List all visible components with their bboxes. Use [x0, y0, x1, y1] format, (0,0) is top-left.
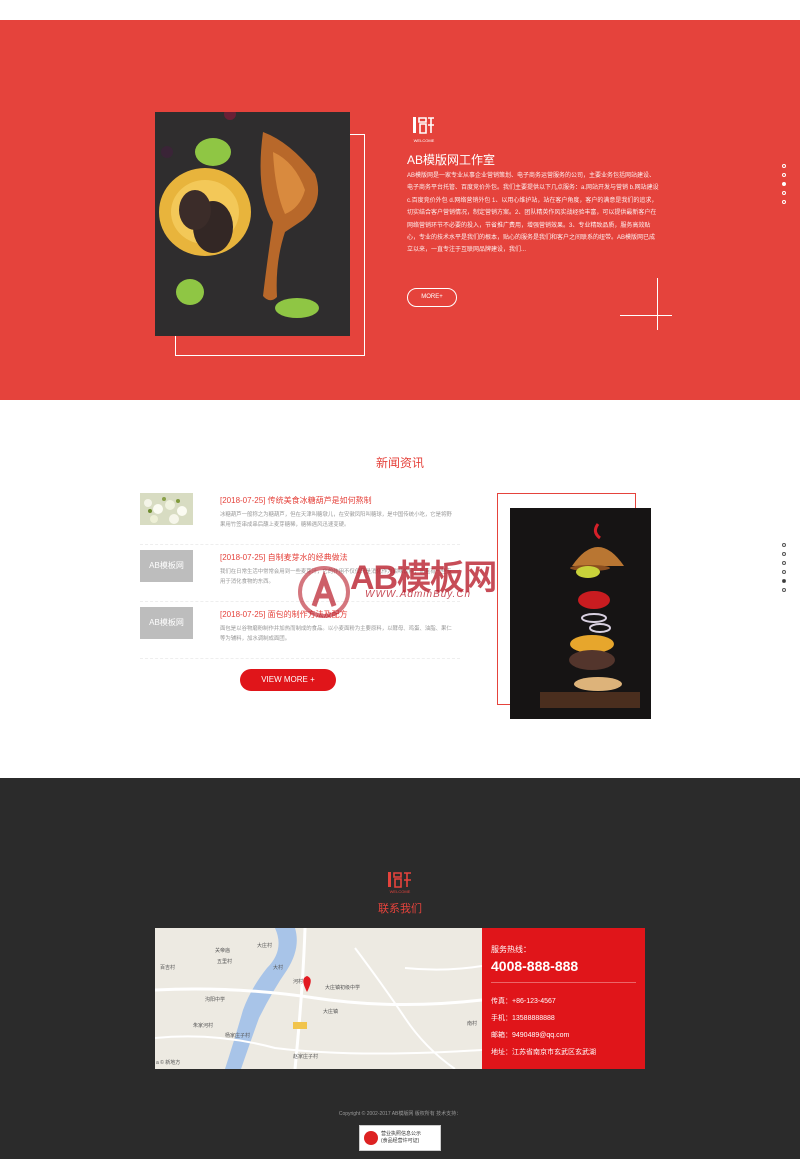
about-food-photo — [155, 112, 350, 336]
copyright-text: Copyright © 2002-2017 AB模版网 版权所有 技术支持： — [338, 1111, 462, 1117]
map-label: 五里村 — [217, 959, 233, 965]
decorative-cross-horizontal — [620, 315, 672, 316]
map-label: 沟阳中学 — [205, 997, 226, 1003]
watermark-logo-icon — [298, 566, 350, 618]
hotline-label: 服务热线： — [491, 945, 531, 954]
map-label: 赵家庄子村 — [293, 1054, 319, 1060]
view-more-button[interactable]: VIEW MORE + — [240, 669, 336, 691]
news-heading: 新闻资讯 — [375, 456, 424, 470]
news-title-link[interactable]: [2018-07-25] 自制麦芽水的经典做法 — [220, 552, 348, 563]
pager-dot-active[interactable] — [782, 182, 786, 186]
map-label: 南村 — [467, 1021, 478, 1027]
badge-text: 营业执照信息公示 (食品经营许可证) — [381, 1131, 421, 1145]
contact-heading: 联系我们 — [378, 903, 422, 915]
emblem-icon — [364, 1131, 378, 1145]
contact-divider — [491, 982, 636, 983]
news-page-pager — [782, 543, 786, 597]
news-summary: 冰糖葫芦一般称之为糖葫芦，但在天津叫糖墩儿，在安徽凤阳叫糖球，是中国传统小吃，它… — [220, 512, 452, 528]
news-thumbnail[interactable]: AB模板网 — [140, 607, 193, 639]
about-page-pager — [782, 164, 786, 209]
map-label: 杨家庄子村 — [225, 1033, 251, 1039]
decorative-cross-vertical — [657, 278, 658, 330]
map-label: 大庄镇初级中学 — [325, 985, 361, 991]
map-label: 河村 — [293, 979, 304, 985]
map-attribution: a © 新地方 — [156, 1060, 181, 1066]
pager-dot[interactable] — [782, 200, 786, 204]
pager-dot[interactable] — [782, 164, 786, 168]
about-title: AB模版网工作室 — [407, 153, 496, 167]
map-label: 关帝庙 — [215, 948, 231, 954]
location-map[interactable]: 大庄村 大庄镇 大庄镇初级中学 关帝庙 五里村 大村 百吉村 沟阳中学 朱家河村… — [155, 928, 482, 1069]
footer-logo-icon: WELCOME — [388, 872, 411, 894]
studio-logo-icon: WELCOME — [413, 117, 435, 143]
pager-dot[interactable] — [782, 570, 786, 574]
news-thumbnail[interactable]: AB模板网 — [140, 550, 193, 582]
about-more-button[interactable]: MORE+ — [407, 288, 457, 307]
badge-line-1: 营业执照信息公示 — [381, 1131, 422, 1137]
news-thumbnail[interactable] — [140, 493, 193, 525]
news-title-link[interactable]: [2018-07-25] 传统美食冰糖葫芦是如何熬制 — [220, 495, 372, 506]
map-label: 百吉村 — [160, 965, 176, 971]
burger-photo — [510, 508, 651, 719]
hotline-number: 4008-888-888 — [491, 958, 579, 974]
pager-dot[interactable] — [782, 561, 786, 565]
pager-dot[interactable] — [782, 173, 786, 177]
map-label: 朱家河村 — [193, 1023, 214, 1029]
news-summary: 面包是以谷物磨粉制作并加热而制成的食品。以小麦面粉为主要原料，以酵母、鸡蛋、油脂… — [220, 626, 452, 642]
about-description: AB模版网是一家专业从事企业营销策划、电子商务运营服务的公司，主要业务包括网站建… — [407, 173, 659, 254]
map-label: 大村 — [273, 965, 284, 971]
watermark-url: WWW.AdminBuy.Cn — [365, 589, 472, 600]
pager-dot[interactable] — [782, 588, 786, 592]
about-image-block — [155, 112, 365, 356]
pager-dot[interactable] — [782, 552, 786, 556]
pager-dot-active[interactable] — [782, 579, 786, 583]
contact-email[interactable]: 邮箱：9490489@qq.com — [491, 1030, 569, 1040]
contact-phone: 手机：13588888888 — [491, 1015, 555, 1022]
contact-address: 地址：江苏省南京市玄武区玄武湖 — [491, 1049, 596, 1056]
badge-line-2: (食品经营许可证) — [381, 1138, 420, 1144]
pager-dot[interactable] — [782, 543, 786, 547]
footer-section: WELCOME 联系我们 大庄村 大庄镇 大庄镇初级中学 关帝庙 五里村 大村 … — [0, 778, 800, 1159]
map-label: 大庄村 — [257, 943, 273, 949]
news-item[interactable]: [2018-07-25] 传统美食冰糖葫芦是如何熬制 冰糖葫芦一般称之为糖葫芦，… — [140, 493, 460, 545]
contact-fax: 传真：+86-123-4567 — [491, 998, 556, 1005]
svg-text:WELCOME: WELCOME — [390, 889, 411, 894]
contact-info-panel: 服务热线： 4008-888-888 传真：+86-123-4567 手机：13… — [482, 928, 645, 1069]
pager-dot[interactable] — [782, 191, 786, 195]
about-section: WELCOME AB模版网工作室 AB模版网是一家专业从事企业营销策划、电子商务… — [0, 20, 800, 400]
business-license-badge[interactable]: 营业执照信息公示 (食品经营许可证) — [359, 1125, 441, 1151]
svg-text:WELCOME: WELCOME — [414, 138, 435, 143]
map-label: 大庄镇 — [323, 1009, 339, 1015]
